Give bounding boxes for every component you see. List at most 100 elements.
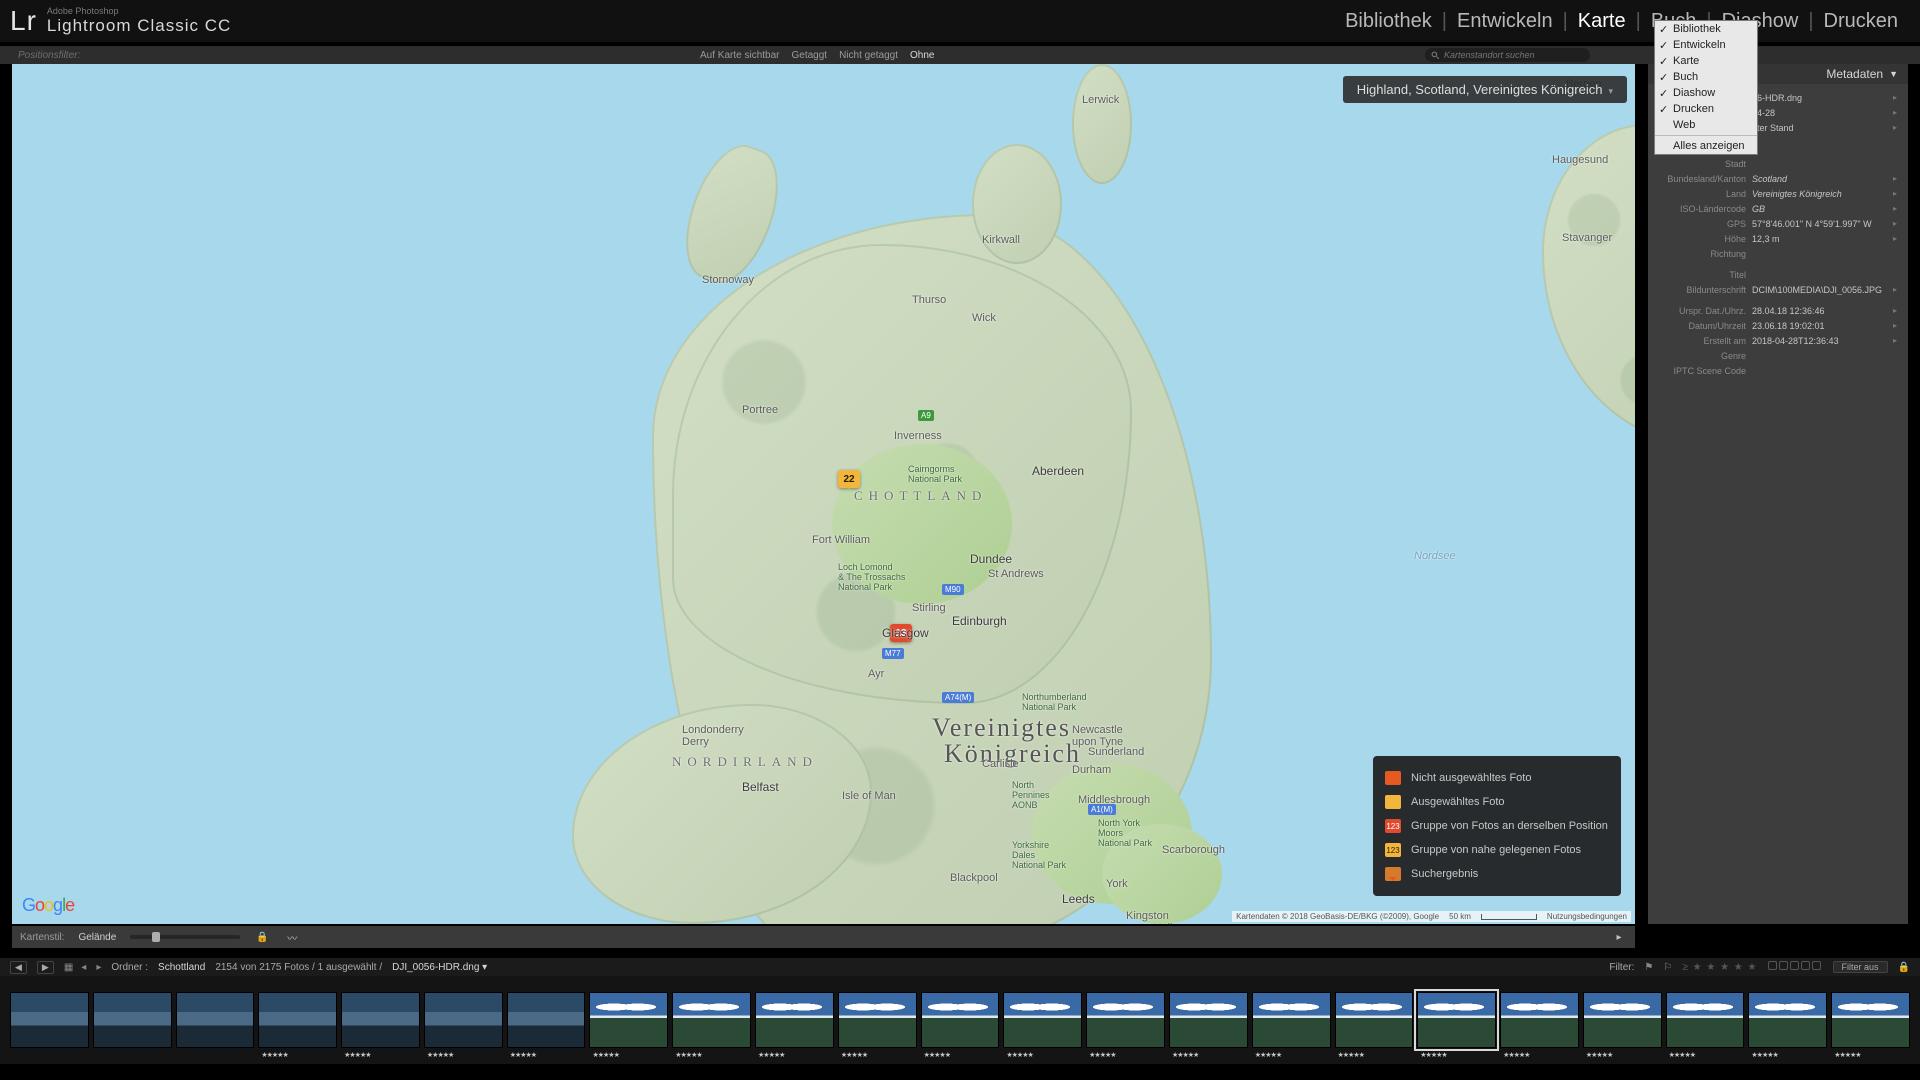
filmstrip-thumb[interactable]: [1335, 992, 1414, 1048]
module-picker: Bibliothek| Entwickeln| Karte| Buch| Dia…: [1337, 0, 1906, 42]
nav-first-icon[interactable]: ◀: [10, 961, 27, 974]
map-label-stirling: Stirling: [912, 602, 946, 614]
map-style-label: Kartenstil:: [20, 932, 64, 943]
menu-item-drucken[interactable]: Drucken: [1655, 101, 1757, 117]
menu-item-buch[interactable]: Buch: [1655, 69, 1757, 85]
filmstrip-thumb[interactable]: [921, 992, 1000, 1048]
grid-view-icon[interactable]: ▦: [64, 962, 71, 973]
filmstrip-thumb[interactable]: [1500, 992, 1579, 1048]
map-search[interactable]: [1425, 48, 1590, 62]
current-file[interactable]: DJI_0056-HDR.dng ▾: [392, 962, 487, 973]
metadata-row[interactable]: Richtung: [1656, 246, 1900, 261]
module-entwickeln[interactable]: Entwickeln: [1449, 10, 1561, 33]
menu-item-show-all[interactable]: Alles anzeigen: [1655, 138, 1757, 154]
map-label-isleman: Isle of Man: [842, 790, 896, 802]
metadata-row[interactable]: Datum/Uhrzeit23.06.18 19:02:01▸: [1656, 318, 1900, 333]
filmstrip-thumb[interactable]: [672, 992, 751, 1048]
filter-none[interactable]: Ohne: [910, 50, 934, 61]
map-style-dropdown[interactable]: Gelände: [78, 932, 116, 943]
module-drucken[interactable]: Drucken: [1816, 10, 1906, 33]
rating-filter[interactable]: ≥ ★ ★ ★ ★ ★: [1682, 962, 1757, 973]
filmstrip-thumb[interactable]: [258, 992, 337, 1048]
map-terms[interactable]: Nutzungsbedingungen: [1547, 912, 1627, 921]
filmstrip-thumb[interactable]: [1831, 992, 1910, 1048]
map-marker-cluster-yellow[interactable]: 22: [838, 470, 860, 488]
map-label-fortwilliam: Fort William: [812, 534, 870, 546]
map-legend: Nicht ausgewähltes Foto Ausgewähltes Fot…: [1373, 756, 1621, 896]
filter-lock-icon[interactable]: 🔒: [1898, 962, 1910, 973]
metadata-row[interactable]: GPS57°8'46.001" N 4°59'1.997" W▸: [1656, 216, 1900, 231]
menu-item-entwickeln[interactable]: Entwickeln: [1655, 37, 1757, 53]
tracklog-icon[interactable]: 〰: [284, 929, 300, 945]
map-label-aberdeen: Aberdeen: [1032, 464, 1084, 478]
metadata-row[interactable]: Urspr. Dat./Uhrz.28.04.18 12:36:46▸: [1656, 303, 1900, 318]
color-label-filter[interactable]: [1768, 961, 1823, 973]
filter-preset[interactable]: Filter aus: [1833, 961, 1888, 973]
title-bar: Lr Adobe Photoshop Lightroom Classic CC …: [0, 0, 1920, 42]
metadata-row[interactable]: Titel: [1656, 267, 1900, 282]
filmstrip[interactable]: [0, 976, 1920, 1064]
metadata-row[interactable]: ISO-LändercodeGB▸: [1656, 201, 1900, 216]
filmstrip-thumb[interactable]: [1252, 992, 1331, 1048]
filmstrip-thumb[interactable]: [838, 992, 917, 1048]
metadata-row[interactable]: Höhe12,3 m▸: [1656, 231, 1900, 246]
menu-item-web[interactable]: Web: [1655, 117, 1757, 133]
filter-visible-on-map[interactable]: Auf Karte sichtbar: [700, 50, 779, 61]
filmstrip-thumb[interactable]: [1583, 992, 1662, 1048]
filmstrip-thumb[interactable]: [755, 992, 834, 1048]
map-label-scotland: CHOTTLAND: [854, 488, 987, 504]
filmstrip-thumb[interactable]: [93, 992, 172, 1048]
nav-fwd-icon[interactable]: ▸: [96, 962, 101, 973]
filmstrip-thumb[interactable]: [1086, 992, 1165, 1048]
module-visibility-menu[interactable]: Bibliothek Entwickeln Karte Buch Diashow…: [1654, 20, 1758, 155]
map-label-lerwick: Lerwick: [1082, 94, 1119, 106]
lock-icon[interactable]: 🔒: [254, 929, 270, 945]
nav-second-icon[interactable]: ▶: [37, 961, 54, 974]
map-canvas[interactable]: Highland, Scotland, Vereinigtes Königrei…: [12, 64, 1635, 924]
nav-back-icon[interactable]: ◂: [81, 962, 86, 973]
map-copyright: Kartendaten © 2018 GeoBasis-DE/BKG (©200…: [1236, 912, 1439, 921]
flag-pick-icon[interactable]: ⚑: [1644, 962, 1653, 973]
filmstrip-thumb[interactable]: [589, 992, 668, 1048]
map-label-york: York: [1106, 878, 1128, 890]
metadata-row[interactable]: IPTC Scene Code: [1656, 363, 1900, 378]
metadata-row[interactable]: Erstellt am2018-04-28T12:36:43▸: [1656, 333, 1900, 348]
metadata-row[interactable]: Bundesland/KantonScotland▸: [1656, 171, 1900, 186]
map-label-nordsee: Nordsee: [1414, 550, 1456, 562]
metadata-row[interactable]: Stadt: [1656, 156, 1900, 171]
filter-tagged[interactable]: Getaggt: [791, 50, 827, 61]
road-m77: M77: [882, 648, 904, 659]
map-label-dundee: Dundee: [970, 552, 1012, 566]
menu-item-karte[interactable]: Karte: [1655, 53, 1757, 69]
map-search-input[interactable]: [1444, 50, 1584, 60]
filmstrip-thumb[interactable]: [424, 992, 503, 1048]
map-label-northumberland: Northumberland National Park: [1022, 692, 1087, 712]
menu-item-diashow[interactable]: Diashow: [1655, 85, 1757, 101]
flag-reject-icon[interactable]: ⚐: [1663, 962, 1672, 973]
folder-name[interactable]: Schottland: [158, 962, 205, 973]
metadata-row[interactable]: Genre: [1656, 348, 1900, 363]
filmstrip-thumb[interactable]: [507, 992, 586, 1048]
module-karte[interactable]: Karte: [1570, 10, 1634, 33]
filmstrip-thumb[interactable]: [1169, 992, 1248, 1048]
road-a74: A74(M): [942, 692, 974, 703]
filmstrip-thumb[interactable]: [1417, 992, 1496, 1048]
metadata-row[interactable]: BildunterschriftDCIM\100MEDIA\DJI_0056.J…: [1656, 282, 1900, 297]
menu-item-bibliothek[interactable]: Bibliothek: [1655, 21, 1757, 37]
zoom-slider[interactable]: [130, 935, 240, 939]
zoom-slider-thumb[interactable]: [152, 932, 160, 942]
filmstrip-thumb[interactable]: [1666, 992, 1745, 1048]
filmstrip-thumb[interactable]: [176, 992, 255, 1048]
metadata-row[interactable]: LandVereinigtes Königreich▸: [1656, 186, 1900, 201]
filmstrip-thumb[interactable]: [341, 992, 420, 1048]
filter-untagged[interactable]: Nicht getaggt: [839, 50, 898, 61]
filmstrip-thumb[interactable]: [10, 992, 89, 1048]
map-label-leeds: Leeds: [1062, 892, 1095, 906]
filmstrip-thumb[interactable]: [1003, 992, 1082, 1048]
search-icon: [1431, 51, 1440, 60]
location-banner[interactable]: Highland, Scotland, Vereinigtes Königrei…: [1343, 76, 1627, 103]
collapse-toolbar-icon[interactable]: ▸: [1611, 929, 1627, 945]
module-bibliothek[interactable]: Bibliothek: [1337, 10, 1440, 33]
filmstrip-thumb[interactable]: [1748, 992, 1827, 1048]
map-label-carlisle: Carlisle: [982, 758, 1019, 770]
